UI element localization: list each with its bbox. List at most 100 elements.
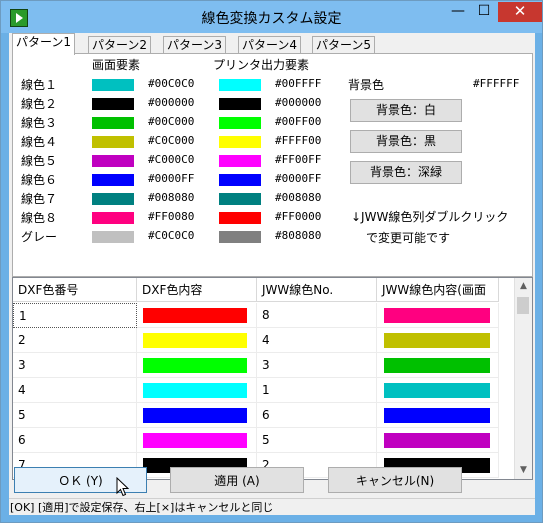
line-color-label: グレー xyxy=(21,230,58,244)
grid-cell-jww-no[interactable]: 4 xyxy=(257,328,377,353)
title-bar[interactable]: 線色変換カスタム設定 — ☐ ✕ xyxy=(1,1,542,33)
screen-color-swatch[interactable] xyxy=(92,174,134,186)
screen-color-swatch[interactable] xyxy=(92,193,134,205)
grid-cell-dxf-no[interactable]: 2 xyxy=(13,328,137,353)
line-color-label: 線色５ xyxy=(21,154,58,168)
tab-pattern-4[interactable]: パターン4 xyxy=(238,36,302,54)
printer-color-hex: #808080 xyxy=(275,229,322,242)
bg-green-button[interactable]: 背景色：深緑 xyxy=(350,161,462,184)
line-color-label: 線色７ xyxy=(21,192,58,206)
close-button[interactable]: ✕ xyxy=(498,2,542,22)
dxf-color-bar[interactable] xyxy=(143,408,247,423)
screen-color-hex: #C0C000 xyxy=(148,134,195,147)
printer-color-swatch[interactable] xyxy=(219,136,261,148)
grid-cell-dxf-no[interactable]: 5 xyxy=(13,403,137,428)
note-line-2: で変更可能です xyxy=(366,231,451,245)
screen-color-swatch[interactable] xyxy=(92,212,134,224)
screen-color-hex: #C0C0C0 xyxy=(148,229,195,242)
screen-elements-header: 画面要素 xyxy=(92,58,141,72)
pattern-panel: 画面要素 プリンタ出力要素 線色１ #00C0C0 #00FFFF 線色２ #00000… xyxy=(12,53,533,277)
printer-color-hex: #FF00FF xyxy=(275,153,322,166)
maximize-button[interactable]: ☐ xyxy=(471,2,497,22)
tab-pattern-1[interactable]: パターン1 xyxy=(12,33,76,55)
printer-color-swatch[interactable] xyxy=(219,193,261,205)
printer-color-swatch[interactable] xyxy=(219,117,261,129)
tab-strip: パターン1 パターン2 パターン3 パターン4 パターン5 xyxy=(9,33,535,55)
dialog-window: 線色変換カスタム設定 — ☐ ✕ パターン1 パターン2 パターン3 パターン4… xyxy=(0,0,543,523)
grid-cell-jww-no[interactable]: 6 xyxy=(257,403,377,428)
printer-color-swatch[interactable] xyxy=(219,174,261,186)
color-mapping-grid[interactable]: DXF色番号 DXF色内容 JWW線色No. JWW線色内容(画面 182433… xyxy=(12,277,533,480)
scroll-down-arrow-icon[interactable]: ▼ xyxy=(515,462,532,479)
line-color-label: 線色４ xyxy=(21,135,58,149)
printer-color-hex: #008080 xyxy=(275,191,322,204)
bg-black-button[interactable]: 背景色：黒 xyxy=(350,130,462,153)
line-color-label: 線色６ xyxy=(21,173,58,187)
dxf-color-bar[interactable] xyxy=(143,358,247,373)
dxf-color-bar[interactable] xyxy=(143,308,247,323)
line-color-label: 線色２ xyxy=(21,97,58,111)
screen-color-hex: #000000 xyxy=(148,96,195,109)
printer-color-swatch[interactable] xyxy=(219,98,261,110)
line-color-label: 線色１ xyxy=(21,78,58,92)
line-color-label: 線色３ xyxy=(21,116,58,130)
printer-color-hex: #FF0000 xyxy=(275,210,322,223)
status-bar: [OK] [適用]で設定保存、右上[×]はキャンセルと同じ xyxy=(9,498,535,515)
tab-pattern-5[interactable]: パターン5 xyxy=(312,36,376,54)
screen-color-hex: #C000C0 xyxy=(148,153,195,166)
grid-cell-dxf-no[interactable]: 6 xyxy=(13,428,137,453)
screen-color-hex: #FF0080 xyxy=(148,210,195,223)
printer-color-swatch[interactable] xyxy=(219,79,261,91)
grid-header-dxf-no[interactable]: DXF色番号 xyxy=(13,278,137,302)
dxf-color-bar[interactable] xyxy=(143,333,247,348)
jww-color-bar[interactable] xyxy=(384,308,490,323)
jww-color-bar[interactable] xyxy=(384,333,490,348)
screen-color-swatch[interactable] xyxy=(92,79,134,91)
scroll-thumb[interactable] xyxy=(517,297,529,314)
screen-color-swatch[interactable] xyxy=(92,136,134,148)
printer-color-hex: #0000FF xyxy=(275,172,322,185)
bg-white-button[interactable]: 背景色：白 xyxy=(350,99,462,122)
screen-color-swatch[interactable] xyxy=(92,98,134,110)
grid-header-dxf-color[interactable]: DXF色内容 xyxy=(137,278,257,302)
jww-color-bar[interactable] xyxy=(384,383,490,398)
grid-header-jww-color[interactable]: JWW線色内容(画面 xyxy=(377,278,499,302)
apply-button[interactable]: 適用 (A) xyxy=(170,467,304,493)
printer-color-hex: #FFFF00 xyxy=(275,134,322,147)
screen-color-swatch[interactable] xyxy=(92,231,134,243)
note-line-1: ↓JWW線色列ダブルクリック xyxy=(351,210,509,224)
screen-color-hex: #00C000 xyxy=(148,115,195,128)
printer-color-swatch[interactable] xyxy=(219,231,261,243)
cancel-button[interactable]: キャンセル(N) xyxy=(328,467,462,493)
grid-cell-jww-no[interactable]: 8 xyxy=(257,303,377,328)
dxf-color-bar[interactable] xyxy=(143,383,247,398)
printer-color-swatch[interactable] xyxy=(219,212,261,224)
jww-color-bar[interactable] xyxy=(384,433,490,448)
grid-cell-jww-no[interactable]: 3 xyxy=(257,353,377,378)
screen-color-hex: #0000FF xyxy=(148,172,195,185)
jww-color-bar[interactable] xyxy=(384,408,490,423)
dxf-color-bar[interactable] xyxy=(143,433,247,448)
tab-pattern-3[interactable]: パターン3 xyxy=(163,36,227,54)
screen-color-hex: #00C0C0 xyxy=(148,77,195,90)
background-color-hex: #FFFFFF xyxy=(473,77,520,90)
grid-vertical-scrollbar[interactable]: ▲ ▼ xyxy=(514,278,532,479)
grid-cell-jww-no[interactable]: 5 xyxy=(257,428,377,453)
mouse-pointer-icon xyxy=(116,477,130,497)
screen-color-swatch[interactable] xyxy=(92,155,134,167)
grid-cell-dxf-no[interactable]: 3 xyxy=(13,353,137,378)
jww-color-bar[interactable] xyxy=(384,358,490,373)
grid-cell-dxf-no[interactable]: 1 xyxy=(13,303,137,328)
screen-color-swatch[interactable] xyxy=(92,117,134,129)
grid-cell-jww-no[interactable]: 1 xyxy=(257,378,377,403)
printer-color-swatch[interactable] xyxy=(219,155,261,167)
scroll-up-arrow-icon[interactable]: ▲ xyxy=(515,278,532,295)
screen-color-hex: #008080 xyxy=(148,191,195,204)
background-color-label: 背景色 xyxy=(348,78,385,92)
printer-color-hex: #00FFFF xyxy=(275,77,322,90)
tab-pattern-2[interactable]: パターン2 xyxy=(88,36,152,54)
dialog-body: パターン1 パターン2 パターン3 パターン4 パターン5 画面要素 プリンタ出… xyxy=(9,33,535,515)
minimize-button[interactable]: — xyxy=(445,2,471,22)
grid-header-jww-no[interactable]: JWW線色No. xyxy=(257,278,377,302)
grid-cell-dxf-no[interactable]: 4 xyxy=(13,378,137,403)
